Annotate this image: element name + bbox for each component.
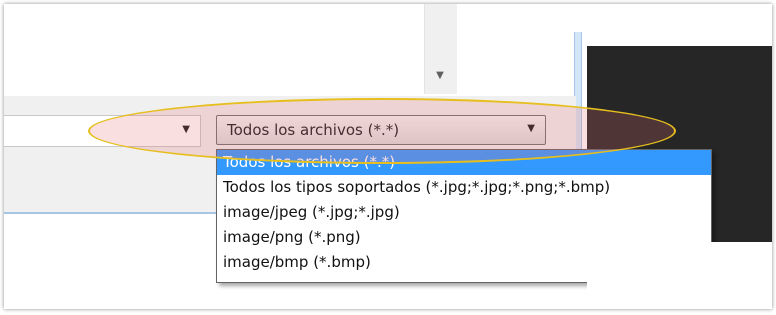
file-type-combo-value: Todos los archivos (*.*) — [227, 121, 400, 139]
filename-combo[interactable]: ▼ — [4, 115, 201, 147]
file-list-area — [4, 4, 576, 96]
preview-footer — [587, 242, 772, 309]
dropdown-option[interactable]: Todos los archivos (*.*) — [217, 150, 711, 175]
dropdown-option[interactable]: image/jpeg (*.jpg;*.jpg) — [217, 200, 711, 225]
dialog-screenshot: ▼ ▼ Todos los archivos (*.*) ▼ Todos los… — [4, 4, 772, 309]
dropdown-option[interactable]: Todos los tipos soportados (*.jpg;*.jpg;… — [217, 175, 711, 200]
chevron-down-icon[interactable]: ▼ — [527, 123, 535, 134]
scroll-down-icon[interactable]: ▼ — [430, 64, 450, 88]
chevron-down-icon[interactable]: ▼ — [182, 124, 190, 135]
file-type-combo[interactable]: Todos los archivos (*.*) ▼ — [216, 115, 546, 145]
